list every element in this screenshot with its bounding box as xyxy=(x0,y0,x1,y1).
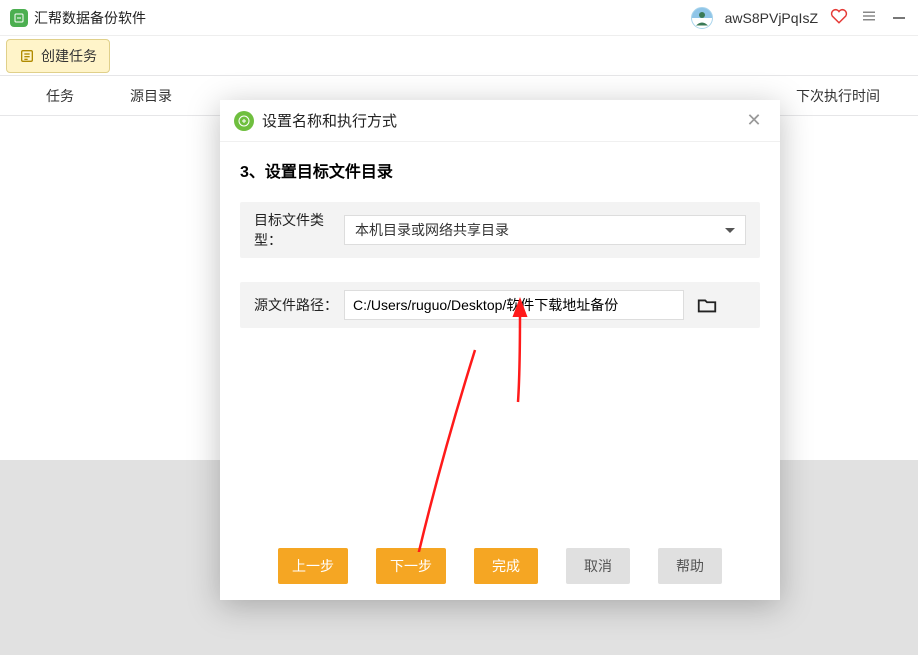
modal-header: 设置名称和执行方式 ✕ xyxy=(220,100,780,142)
prev-button[interactable]: 上一步 xyxy=(278,548,348,584)
modal-body: 3、设置目标文件目录 目标文件类型： 本机目录或网络共享目录 源文件路径： xyxy=(220,142,780,542)
browse-folder-icon[interactable] xyxy=(696,294,718,316)
overlay: 设置名称和执行方式 ✕ 3、设置目标文件目录 目标文件类型： 本机目录或网络共享… xyxy=(0,0,918,655)
modal-dialog: 设置名称和执行方式 ✕ 3、设置目标文件目录 目标文件类型： 本机目录或网络共享… xyxy=(220,100,780,600)
target-type-value: 本机目录或网络共享目录 xyxy=(355,220,725,240)
finish-button[interactable]: 完成 xyxy=(474,548,538,584)
modal-icon xyxy=(234,111,254,131)
label-target-type: 目标文件类型： xyxy=(254,210,344,250)
close-icon[interactable]: ✕ xyxy=(742,109,766,133)
help-button[interactable]: 帮助 xyxy=(658,548,722,584)
label-source-path: 源文件路径： xyxy=(254,295,344,315)
chevron-down-icon xyxy=(725,228,735,233)
target-type-select[interactable]: 本机目录或网络共享目录 xyxy=(344,215,746,245)
row-source-path: 源文件路径： xyxy=(240,282,760,328)
next-button[interactable]: 下一步 xyxy=(376,548,446,584)
cancel-button[interactable]: 取消 xyxy=(566,548,630,584)
source-path-input[interactable] xyxy=(344,290,684,320)
modal-title: 设置名称和执行方式 xyxy=(262,110,397,131)
step-heading: 3、设置目标文件目录 xyxy=(240,158,760,182)
modal-footer: 上一步 下一步 完成 取消 帮助 xyxy=(220,542,780,600)
row-target-type: 目标文件类型： 本机目录或网络共享目录 xyxy=(240,202,760,258)
